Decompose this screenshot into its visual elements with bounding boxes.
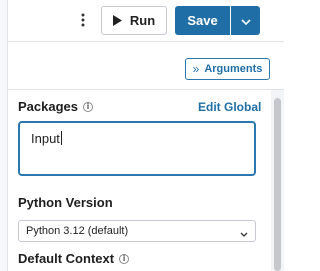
settings-panel: » Arguments Packages i Edit Global Input… (8, 42, 284, 271)
packages-label: Packages (18, 99, 78, 114)
scrollbar[interactable] (271, 90, 284, 271)
default-context-label-row: Default Context i (18, 251, 130, 266)
chevron-down-icon (240, 12, 251, 30)
arguments-button-label: Arguments (204, 63, 263, 75)
settings-form: Packages i Edit Global Input Python Vers… (8, 90, 284, 271)
toolbar: Run Save (8, 0, 284, 41)
run-button-label: Run (129, 13, 156, 28)
packages-label-row: Packages i (18, 99, 93, 114)
chevron-down-icon (240, 228, 248, 240)
save-options-button[interactable] (231, 6, 260, 35)
play-icon (112, 15, 122, 26)
edit-global-link[interactable]: Edit Global (198, 100, 261, 114)
info-icon[interactable]: i (83, 101, 93, 112)
text-cursor (60, 131, 62, 145)
info-icon[interactable]: i (119, 253, 130, 264)
run-button[interactable]: Run (101, 6, 167, 35)
scrollbar-thumb[interactable] (274, 98, 281, 271)
packages-input-text: Input (31, 131, 60, 146)
double-chevron-right-icon: » (192, 62, 200, 76)
python-version-select[interactable]: Python 3.12 (default) (18, 220, 256, 242)
kebab-icon[interactable] (76, 10, 90, 30)
save-button-group: Save (175, 6, 260, 35)
packages-input[interactable]: Input (18, 121, 256, 176)
python-version-selected: Python 3.12 (default) (26, 225, 129, 237)
python-version-label: Python Version (18, 195, 113, 210)
python-version-label-row: Python Version (18, 195, 113, 210)
arguments-button[interactable]: » Arguments (185, 58, 270, 80)
default-context-label: Default Context (18, 251, 115, 266)
left-panel-edge (0, 0, 8, 271)
save-button[interactable]: Save (175, 6, 230, 35)
